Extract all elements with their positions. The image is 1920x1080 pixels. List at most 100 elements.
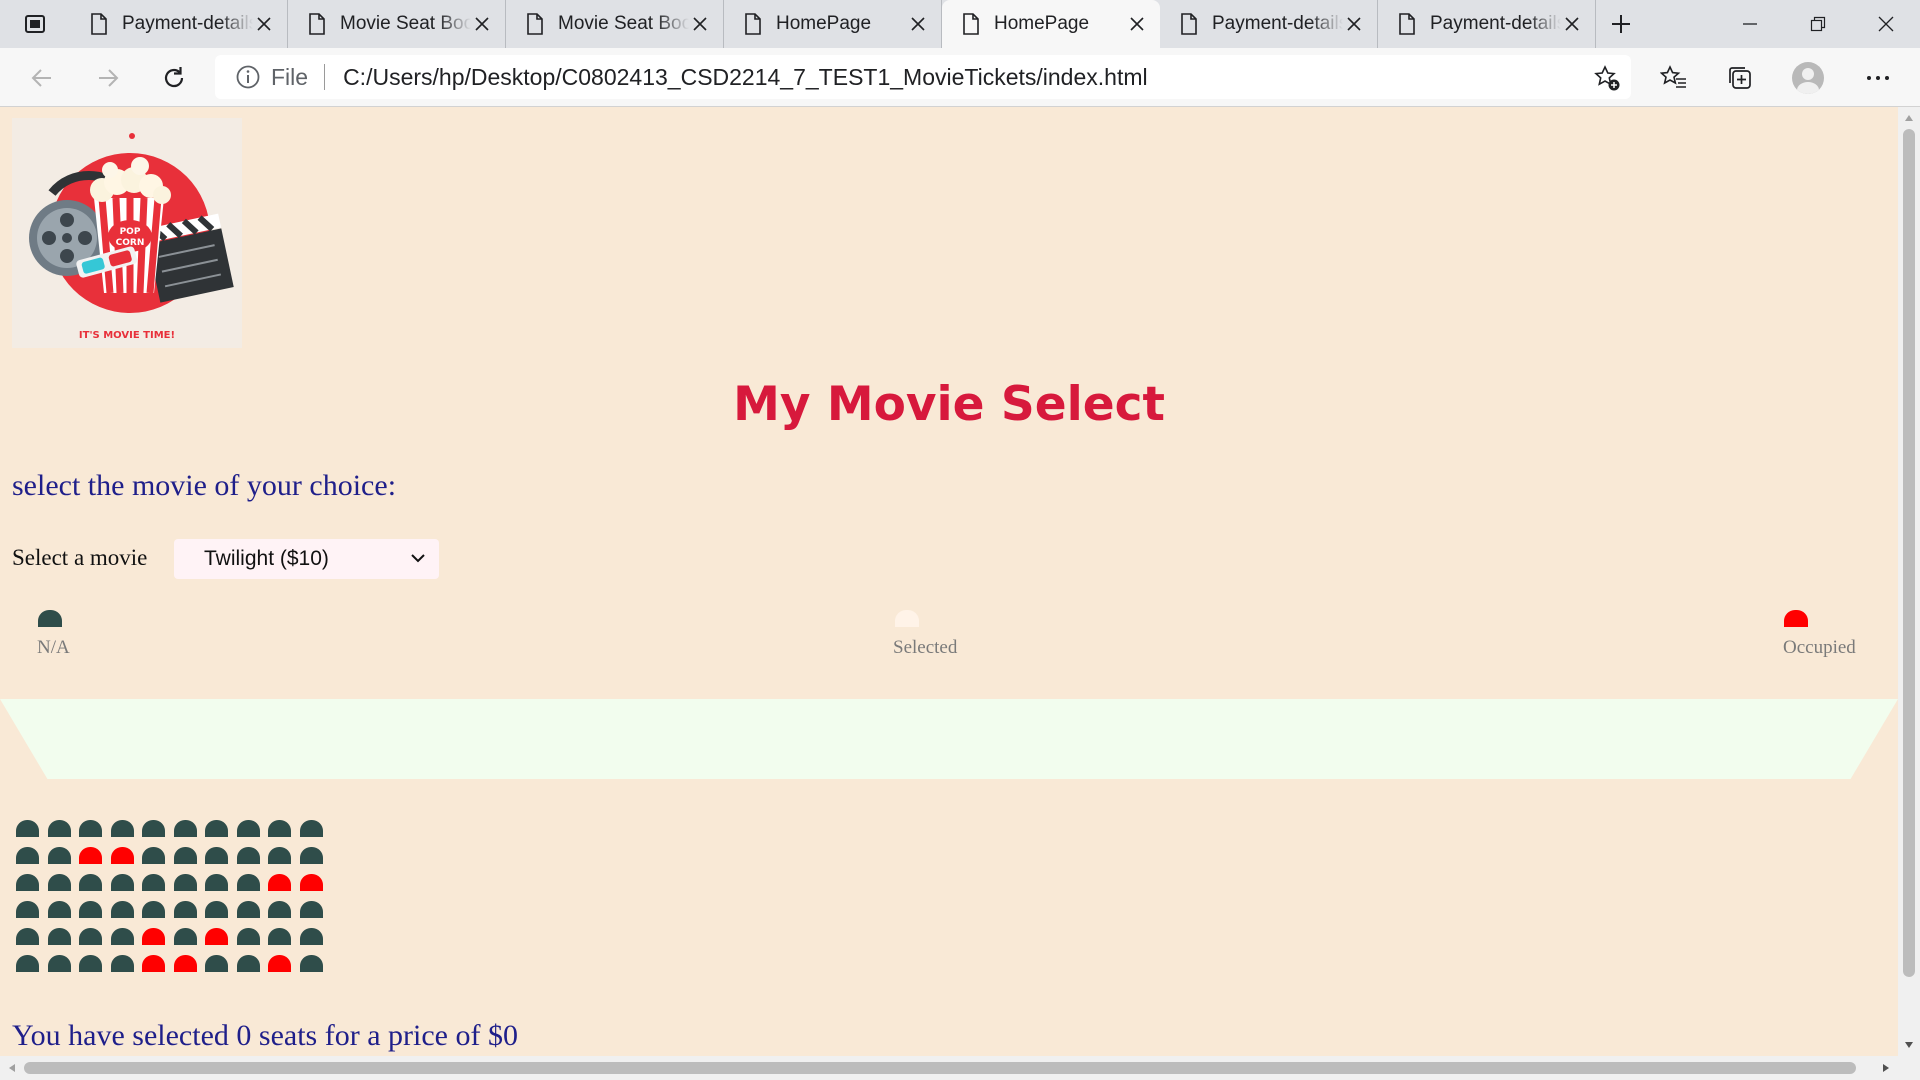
cinema-screen bbox=[0, 699, 1898, 779]
seat-available[interactable] bbox=[79, 955, 102, 972]
seat-available[interactable] bbox=[110, 874, 134, 891]
close-tab-button[interactable] bbox=[1126, 13, 1148, 35]
minimize-button[interactable] bbox=[1716, 0, 1784, 48]
scroll-right-button[interactable] bbox=[1874, 1056, 1898, 1080]
seat-available[interactable] bbox=[268, 820, 291, 837]
browser-tab[interactable]: Movie Seat Booking bbox=[288, 0, 506, 48]
tab-actions-button[interactable] bbox=[0, 0, 70, 48]
scroll-left-button[interactable] bbox=[0, 1056, 24, 1080]
seat-available[interactable] bbox=[299, 820, 323, 837]
seat-available[interactable] bbox=[47, 901, 71, 918]
browser-toolbar: File C:/Users/hp/Desktop/C0802413_CSD221… bbox=[0, 48, 1920, 107]
close-tab-button[interactable] bbox=[253, 13, 275, 35]
seat-available[interactable] bbox=[79, 901, 102, 918]
seat-available[interactable] bbox=[268, 847, 291, 864]
seat-available[interactable] bbox=[205, 820, 228, 837]
close-tab-button[interactable] bbox=[689, 13, 711, 35]
close-window-button[interactable] bbox=[1852, 0, 1920, 48]
restore-button[interactable] bbox=[1784, 0, 1852, 48]
seat-available[interactable] bbox=[142, 847, 165, 864]
seat-available[interactable] bbox=[236, 901, 260, 918]
vertical-scrollbar[interactable] bbox=[1898, 107, 1920, 1056]
scroll-down-button[interactable] bbox=[1898, 1034, 1920, 1056]
collections-button[interactable] bbox=[1720, 58, 1760, 98]
seat-available[interactable] bbox=[16, 928, 39, 945]
seat-available[interactable] bbox=[236, 847, 260, 864]
seat-available[interactable] bbox=[173, 847, 197, 864]
tab-title: HomePage bbox=[776, 13, 872, 34]
close-tab-button[interactable] bbox=[1343, 13, 1365, 35]
new-tab-button[interactable] bbox=[1596, 0, 1646, 48]
seat-available[interactable] bbox=[79, 820, 102, 837]
seat-available[interactable] bbox=[16, 847, 39, 864]
seat-available[interactable] bbox=[299, 928, 323, 945]
seat-available[interactable] bbox=[16, 955, 39, 972]
forward-button[interactable] bbox=[88, 58, 128, 98]
seat-available[interactable] bbox=[173, 874, 197, 891]
close-tab-button[interactable] bbox=[471, 13, 493, 35]
back-button[interactable] bbox=[22, 58, 62, 98]
movie-select[interactable]: Twilight ($10) bbox=[174, 539, 439, 579]
seat-available[interactable] bbox=[142, 874, 165, 891]
browser-tab[interactable]: HomePage bbox=[942, 0, 1160, 48]
arrow-left-icon bbox=[31, 69, 51, 87]
seat-occupied bbox=[110, 847, 134, 864]
vertical-scroll-thumb[interactable] bbox=[1903, 129, 1915, 977]
address-bar[interactable]: File C:/Users/hp/Desktop/C0802413_CSD221… bbox=[215, 55, 1631, 99]
seat-occupied bbox=[268, 955, 291, 972]
seat-available[interactable] bbox=[205, 847, 228, 864]
seat-available[interactable] bbox=[236, 874, 260, 891]
seat-available[interactable] bbox=[79, 928, 102, 945]
seat-available[interactable] bbox=[16, 820, 39, 837]
browser-tab[interactable]: Payment-details bbox=[1160, 0, 1378, 48]
seat-available[interactable] bbox=[205, 955, 228, 972]
browser-tab[interactable]: Movie Seat Booking bbox=[506, 0, 724, 48]
seat-available[interactable] bbox=[268, 928, 291, 945]
seat-available[interactable] bbox=[142, 820, 165, 837]
seat-available[interactable] bbox=[16, 874, 39, 891]
scroll-up-button[interactable] bbox=[1898, 107, 1920, 129]
seat-available[interactable] bbox=[205, 901, 228, 918]
seat-available[interactable] bbox=[299, 955, 323, 972]
seat-available[interactable] bbox=[236, 955, 260, 972]
seat-available[interactable] bbox=[299, 901, 323, 918]
seat-available[interactable] bbox=[236, 928, 260, 945]
seat-available[interactable] bbox=[268, 901, 291, 918]
add-favorite-icon[interactable] bbox=[1593, 64, 1621, 92]
url-text[interactable]: C:/Users/hp/Desktop/C0802413_CSD2214_7_T… bbox=[343, 64, 1148, 91]
favorites-button[interactable] bbox=[1654, 58, 1694, 98]
seat-available[interactable] bbox=[299, 847, 323, 864]
seat-available[interactable] bbox=[173, 901, 197, 918]
seat-available[interactable] bbox=[205, 874, 228, 891]
minimize-icon bbox=[1743, 23, 1757, 25]
seat-available[interactable] bbox=[16, 901, 39, 918]
seat-available[interactable] bbox=[47, 928, 71, 945]
seat-available[interactable] bbox=[110, 928, 134, 945]
close-tab-button[interactable] bbox=[1561, 13, 1583, 35]
close-icon bbox=[911, 17, 925, 31]
seat-available[interactable] bbox=[79, 874, 102, 891]
horizontal-scrollbar[interactable] bbox=[0, 1056, 1898, 1080]
browser-tab[interactable]: Payment-details bbox=[1378, 0, 1596, 48]
seat-available[interactable] bbox=[47, 847, 71, 864]
seat-available[interactable] bbox=[110, 820, 134, 837]
seat-available[interactable] bbox=[47, 874, 71, 891]
seat-available[interactable] bbox=[47, 955, 71, 972]
browser-tab[interactable]: Payment-details bbox=[70, 0, 288, 48]
restore-icon bbox=[1810, 16, 1826, 32]
tab-title: Payment-details bbox=[122, 13, 253, 34]
more-options-button[interactable] bbox=[1858, 58, 1898, 98]
refresh-button[interactable] bbox=[154, 58, 194, 98]
seat-available[interactable] bbox=[47, 820, 71, 837]
close-tab-button[interactable] bbox=[907, 13, 929, 35]
seat-available[interactable] bbox=[173, 928, 197, 945]
info-icon[interactable] bbox=[235, 64, 261, 90]
seat-available[interactable] bbox=[110, 955, 134, 972]
horizontal-scroll-thumb[interactable] bbox=[24, 1062, 1856, 1074]
profile-button[interactable] bbox=[1788, 58, 1828, 98]
seat-available[interactable] bbox=[173, 820, 197, 837]
seat-available[interactable] bbox=[236, 820, 260, 837]
browser-tab[interactable]: HomePage bbox=[724, 0, 942, 48]
seat-available[interactable] bbox=[110, 901, 134, 918]
seat-available[interactable] bbox=[142, 901, 165, 918]
